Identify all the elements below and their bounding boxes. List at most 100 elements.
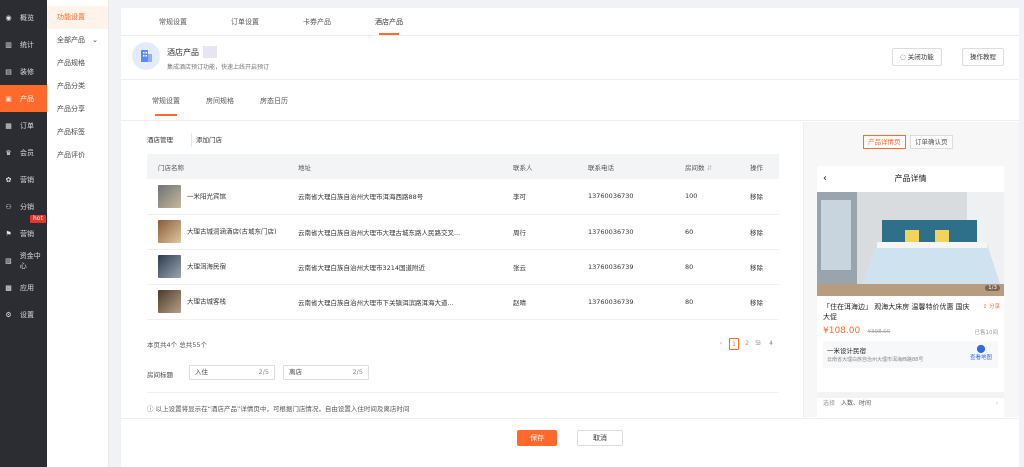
subtab-general[interactable]: 常规设置 xyxy=(139,81,193,120)
share-button[interactable]: ⇪ 分享 xyxy=(983,302,1000,310)
preview-header: ‹ 产品详情 xyxy=(817,166,1004,192)
subnav-all-products[interactable]: 全部产品 ⌄ xyxy=(47,29,108,52)
tab-order[interactable]: 订单设置 xyxy=(209,8,281,35)
toggle-detail-page[interactable]: 产品详情页 xyxy=(863,135,906,149)
remove-link[interactable]: 移除 xyxy=(739,249,779,285)
preview-product-name: 「住在洱海边」 观海大床房 温馨特价优惠 国庆大促 xyxy=(823,303,970,321)
sidebar-item-promo[interactable]: ⚑ 营销 hot xyxy=(0,215,47,247)
subnav-product-category[interactable]: 产品分类 xyxy=(47,75,108,98)
crown-icon: ♛ xyxy=(5,148,12,157)
gear-icon: ⚙ xyxy=(5,310,12,319)
chart-icon: ▥ xyxy=(5,40,12,49)
info-icon: ⓘ xyxy=(147,405,156,413)
col-actions: 操作 xyxy=(739,154,779,179)
main-panel: 常规设置 订单设置 卡券产品 酒店产品 酒店产品 集成酒店预订功能，快速上线开启… xyxy=(121,8,1019,467)
sidebar-item-settings[interactable]: ⚙ 设置 xyxy=(0,301,47,328)
shop-address: 云南省大理白族自治州大理市洱海西路88号 xyxy=(827,357,924,363)
sidebar-item-overview[interactable]: ◉ 概览 xyxy=(0,4,47,31)
table-row: 大理古城润涵酒店(古城东门店) 云南省大理白族自治州大理市大理古城东路人民路交叉… xyxy=(147,214,779,250)
subnav-product-spec[interactable]: 产品规格 xyxy=(47,52,108,75)
settings-content: 酒店管理 添加门店 门店名称 地址 联系人 联系电话 房间数 ⇵ 操作 一米阳光… xyxy=(121,122,801,417)
col-phone: 联系电话 xyxy=(577,154,674,179)
toggle-order-page[interactable]: 订单确认页 xyxy=(910,135,953,149)
sort-icon: ⇵ xyxy=(706,163,713,172)
product-subtitle: 集成酒店预订功能，快速上线开启预订 xyxy=(167,64,270,71)
pagination: 本页共4个 总共55个 ‹ 1 2 3 4 xyxy=(147,338,779,352)
tab-store-manage[interactable]: 酒店管理 xyxy=(143,133,177,147)
col-contact: 联系人 xyxy=(502,154,577,179)
view-map-button[interactable]: ⬤ 查看地图 xyxy=(970,344,992,361)
table-row: 一米阳光宾馆 云南省大理白族自治州大理市洱海西路88号 李可 137600367… xyxy=(147,179,779,215)
hotel-icon xyxy=(132,42,160,70)
tab-hotel[interactable]: 酒店产品 xyxy=(353,8,425,35)
chevron-right-icon: › xyxy=(995,400,998,407)
cancel-button[interactable]: 取消 xyxy=(577,430,623,446)
add-store-button[interactable]: 添加门店 xyxy=(191,133,226,147)
sidebar-item-orders[interactable]: ▦ 订单 xyxy=(0,112,47,139)
sub-tabs: 常规设置 房间规格 房态日历 xyxy=(121,81,1019,121)
store-icon: ▤ xyxy=(5,67,12,76)
box-icon: ▣ xyxy=(5,94,12,103)
phone-screen: ‹ 产品详情 1/3 「住在洱海边」 观海大床房 温馨特价优惠 国庆大促 ⇪ 分… xyxy=(817,166,1004,417)
sidebar-item-decor[interactable]: ▤ 装修 xyxy=(0,58,47,85)
store-thumbnail xyxy=(158,290,181,313)
subnav-function-settings[interactable]: 功能设置 xyxy=(47,6,108,29)
location-pin-icon: ⬤ xyxy=(976,344,986,353)
grid-icon: ▩ xyxy=(5,283,12,292)
product-header: 酒店产品 集成酒店预订功能，快速上线开启预订 ◌ 关闭功能 操作教程 xyxy=(121,36,1019,80)
close-function-button[interactable]: ◌ 关闭功能 xyxy=(892,48,942,66)
sidebar-item-stats[interactable]: ▥ 统计 xyxy=(0,31,47,58)
settings-note: ⓘ 以上设置将显示在“酒店产品”详情页中，可根据门店情况，自由设置入住时间及离店… xyxy=(147,405,410,413)
checkin-input[interactable]: 入住 2/5 xyxy=(189,365,275,380)
order-icon: ▦ xyxy=(5,121,12,130)
chevron-down-icon: ⌄ xyxy=(92,36,98,44)
col-rooms[interactable]: 房间数 ⇵ xyxy=(674,154,739,179)
hot-badge: hot xyxy=(30,215,46,223)
tutorial-button[interactable]: 操作教程 xyxy=(962,48,1004,66)
version-badge xyxy=(203,46,217,58)
tab-coupon[interactable]: 卡券产品 xyxy=(281,8,353,35)
checkout-input[interactable]: 离店 2/5 xyxy=(283,365,369,380)
subtab-room-calendar[interactable]: 房态日历 xyxy=(247,81,301,120)
col-store-name: 门店名称 xyxy=(147,154,287,179)
sidebar-item-apps[interactable]: ▩ 应用 xyxy=(0,274,47,301)
footer-bar: 保存 取消 xyxy=(121,418,1019,467)
page-2[interactable]: 2 xyxy=(742,338,752,350)
pagination-tail: 5 › xyxy=(753,338,783,352)
save-button[interactable]: 保存 xyxy=(517,430,557,446)
remove-link[interactable]: 移除 xyxy=(739,284,779,320)
next-page-icon[interactable]: › xyxy=(766,338,776,350)
subnav-product-tags[interactable]: 产品标签 xyxy=(47,121,108,144)
room-title-label: 房间标题 xyxy=(147,371,173,379)
store-table: 门店名称 地址 联系人 联系电话 房间数 ⇵ 操作 一米阳光宾馆 云南省大理白族… xyxy=(147,154,779,320)
price-row: ¥108.00 ¥398.00 已售10间 xyxy=(817,322,1004,338)
sidebar-item-products[interactable]: ▣ 产品 xyxy=(0,85,47,112)
prev-page-icon[interactable]: ‹ xyxy=(716,338,726,350)
table-header-row: 门店名称 地址 联系人 联系电话 房间数 ⇵ 操作 xyxy=(147,154,779,179)
subnav-product-reviews[interactable]: 产品评价 xyxy=(47,144,108,167)
store-thumbnail xyxy=(158,220,181,243)
sidebar-item-marketing[interactable]: ✿ 营销 xyxy=(0,166,47,193)
original-price: ¥398.00 xyxy=(867,329,891,335)
remove-link[interactable]: 移除 xyxy=(739,214,779,250)
page-1[interactable]: 1 xyxy=(729,338,739,350)
wallet-icon: ▧ xyxy=(5,256,12,265)
sidebar-item-funds[interactable]: ▧ 资金中心 xyxy=(0,247,47,274)
choose-row[interactable]: 选择 入数、时间 › xyxy=(817,392,1004,410)
power-icon: ◌ xyxy=(900,53,908,61)
subtab-room-spec[interactable]: 房间规格 xyxy=(193,81,247,120)
price: ¥108.00 xyxy=(823,326,861,336)
shop-card[interactable]: 一米设计民宿 云南省大理白族自治州大理市洱海西路88号 ⬤ 查看地图 xyxy=(823,341,998,368)
mobile-preview: 产品详情页 订单确认页 ‹ 产品详情 1/3 「住在洱海边」 观海大床房 温馨特… xyxy=(803,122,1019,417)
room-photo: 1/3 xyxy=(817,192,1004,296)
store-thumbnail xyxy=(158,184,181,208)
back-icon[interactable]: ‹ xyxy=(823,166,827,192)
pagination-summary: 本页共4个 总共55个 xyxy=(147,341,207,349)
page-5[interactable]: 5 xyxy=(752,338,762,350)
remove-link[interactable]: 移除 xyxy=(739,179,779,215)
gift-icon: ✿ xyxy=(5,175,12,184)
subnav-product-share[interactable]: 产品分享 xyxy=(47,98,108,121)
tab-general[interactable]: 常规设置 xyxy=(137,8,209,35)
dashboard-icon: ◉ xyxy=(5,13,12,22)
sidebar-item-members[interactable]: ♛ 会员 xyxy=(0,139,47,166)
